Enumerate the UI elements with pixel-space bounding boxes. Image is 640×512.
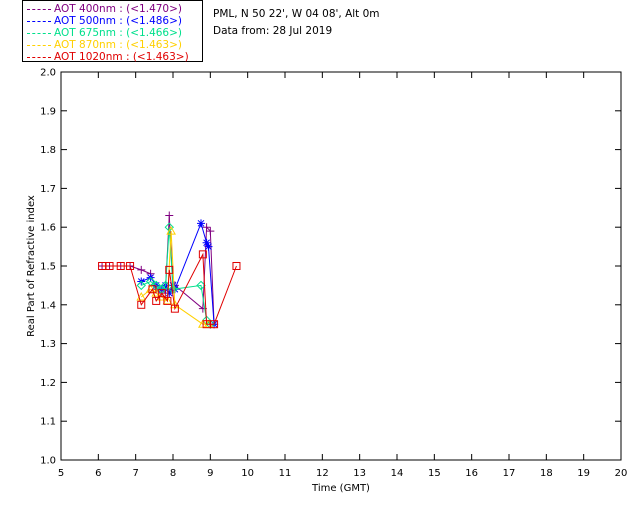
x-tick-label: 7: [132, 468, 138, 479]
legend-item-500nm: AOT 500nm : (<1.486>): [27, 15, 182, 27]
legend-label-870nm: AOT 870nm : (<1.463>): [54, 39, 182, 51]
x-tick-label: 8: [170, 468, 176, 479]
x-tick-label: 17: [503, 468, 516, 479]
y-tick-label: 1.4: [40, 300, 56, 311]
data-point: [197, 219, 205, 228]
legend-label-1020nm: AOT 1020nm : (<1.463>): [54, 51, 189, 63]
legend-swatch-675nm: [27, 32, 51, 34]
legend-swatch-500nm: [27, 20, 51, 22]
legend-swatch-870nm: [27, 44, 51, 46]
x-tick-label: 6: [95, 468, 101, 479]
x-tick-label: 16: [465, 468, 478, 479]
legend: AOT 400nm : (<1.470>) AOT 500nm : (<1.48…: [22, 0, 203, 63]
data-point: [204, 242, 213, 251]
data-date: Data from: 28 Jul 2019: [213, 25, 333, 37]
legend-item-1020nm: AOT 1020nm : (<1.463>): [27, 51, 189, 63]
x-tick-label: 10: [241, 468, 254, 479]
refractive-index-chart: 5 6 7 8 9 10 11 12 13 14 15 16 17 18 19 20 1.0 1.1 1.2 1.3…: [26, 68, 628, 495]
y-tick-label: 1.1: [40, 417, 56, 428]
x-tick-label: 14: [391, 468, 404, 479]
y-tick-label: 1.5: [40, 262, 56, 273]
legend-item-400nm: AOT 400nm : (<1.470>): [27, 3, 182, 15]
x-tick-label: 5: [58, 468, 64, 479]
x-tick-label: 18: [540, 468, 553, 479]
y-tick-label: 1.3: [40, 339, 56, 350]
legend-label-400nm: AOT 400nm : (<1.470>): [54, 3, 182, 15]
data-point: [137, 265, 146, 274]
y-tick-label: 2.0: [40, 68, 56, 79]
x-tick-label: 9: [207, 468, 213, 479]
legend-item-870nm: AOT 870nm : (<1.463>): [27, 39, 182, 51]
data-point: [165, 211, 174, 220]
x-tick-label: 12: [316, 468, 329, 479]
series-aot-400nm: [98, 211, 219, 329]
x-tick-label: 20: [615, 468, 628, 479]
y-tick-label: 1.6: [40, 223, 56, 234]
legend-item-675nm: AOT 675nm : (<1.466>): [27, 27, 182, 39]
y-axis-title: Real Part of Refractive index: [26, 195, 37, 337]
x-tick-label: 11: [279, 468, 292, 479]
x-tick-label: 13: [353, 468, 366, 479]
y-tick-label: 1.0: [40, 456, 56, 467]
plot-frame: [60, 71, 622, 461]
x-tick-label: 15: [428, 468, 441, 479]
series-layer: [98, 211, 241, 329]
y-tick-label: 1.2: [40, 378, 56, 389]
x-axis: 5 6 7 8 9 10 11 12 13 14 15 16 17 18 19 20: [58, 72, 628, 479]
site-location: PML, N 50 22', W 04 08', Alt 0m: [213, 8, 380, 20]
legend-label-675nm: AOT 675nm : (<1.466>): [54, 27, 182, 39]
y-tick-label: 1.7: [40, 184, 56, 195]
x-tick-label: 19: [577, 468, 590, 479]
y-tick-label: 1.9: [40, 106, 56, 117]
y-tick-label: 1.8: [40, 145, 56, 156]
x-axis-title: Time (GMT): [311, 483, 370, 494]
y-axis: 1.0 1.1 1.2 1.3 1.4 1.5 1.6 1.7 1.8 1.9 2.0: [40, 68, 621, 467]
legend-swatch-1020nm: [27, 56, 51, 58]
legend-label-500nm: AOT 500nm : (<1.486>): [54, 15, 182, 27]
legend-swatch-400nm: [27, 8, 51, 10]
